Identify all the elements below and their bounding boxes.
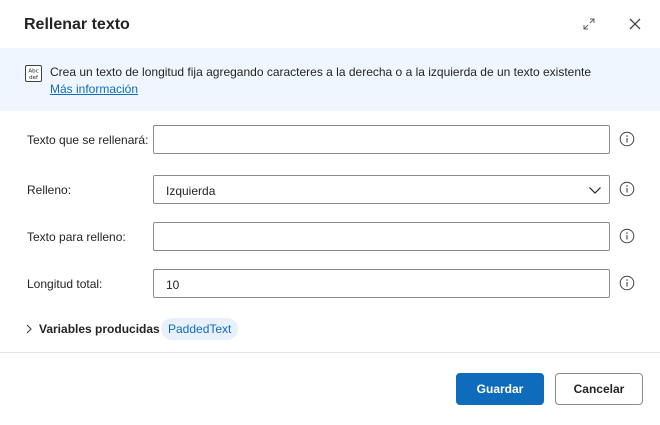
svg-text:Abc: Abc <box>28 69 38 75</box>
close-button[interactable] <box>623 12 647 36</box>
variable-chip-paddedtext[interactable]: PaddedText <box>161 318 239 340</box>
total-length-label: Longitud total: <box>27 277 103 291</box>
svg-text:def: def <box>29 75 39 81</box>
padding-select[interactable]: Izquierda <box>153 175 610 204</box>
footer-divider <box>0 352 660 353</box>
pad-text-label: Texto para relleno: <box>27 230 126 244</box>
text-abc-icon: Abc def <box>25 65 42 82</box>
padding-label: Relleno: <box>27 183 72 197</box>
cancel-button[interactable]: Cancelar <box>555 373 643 405</box>
padding-row: Relleno: Izquierda <box>0 175 660 205</box>
padding-selected-value: Izquierda <box>166 184 216 198</box>
save-button[interactable]: Guardar <box>456 373 544 405</box>
dialog-title: Rellenar texto <box>24 16 130 33</box>
info-circle-icon[interactable] <box>619 275 635 291</box>
pad-text-dialog: Rellenar texto Abc def Crea un texto de … <box>0 0 660 425</box>
info-circle-icon[interactable] <box>619 228 635 244</box>
info-banner: Abc def Crea un texto de longitud fija a… <box>0 48 660 111</box>
info-description: Crea un texto de longitud fija agregando… <box>50 65 592 79</box>
info-circle-icon[interactable] <box>619 181 635 197</box>
pad-text-input[interactable] <box>153 222 610 251</box>
text-to-pad-row: Texto que se rellenará: <box>0 125 660 155</box>
total-length-value: 10 <box>166 278 180 292</box>
produced-variables-label: Variables producidas <box>39 322 160 336</box>
more-info-link[interactable]: Más información <box>50 81 138 97</box>
text-to-pad-input[interactable] <box>153 125 610 154</box>
close-icon <box>629 18 641 30</box>
chevron-down-icon <box>589 187 601 194</box>
expand-icon <box>583 18 595 30</box>
text-to-pad-label: Texto que se rellenará: <box>27 133 149 147</box>
total-length-row: Longitud total: 10 <box>0 269 660 299</box>
pad-text-row: Texto para relleno: <box>0 222 660 252</box>
chevron-right-icon <box>26 324 32 334</box>
expand-button[interactable] <box>577 12 601 36</box>
info-circle-icon[interactable] <box>619 131 635 147</box>
total-length-input[interactable]: 10 <box>153 269 610 298</box>
